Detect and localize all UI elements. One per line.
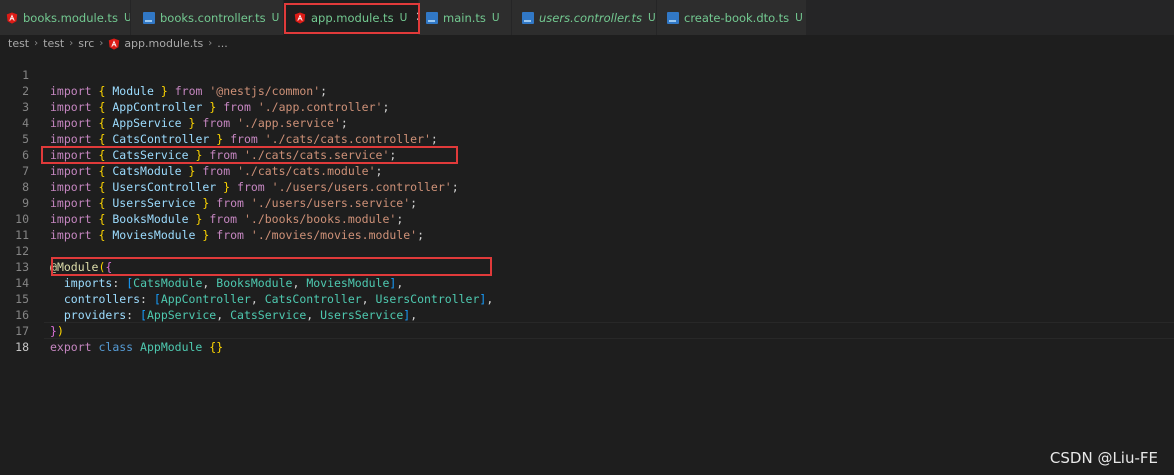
watermark: CSDN @Liu-FE (1049, 449, 1158, 467)
code-line: 9 import { BooksModule } from './books/b… (0, 179, 1174, 226)
angular-icon (108, 38, 120, 50)
typescript-icon (143, 11, 155, 24)
chevron-right-icon: › (208, 38, 213, 49)
code-line: 6 import { CatsModule } from './cats/cat… (0, 131, 1174, 178)
untracked-badge: U (647, 11, 656, 24)
breadcrumb-symbol[interactable]: ... (217, 37, 228, 50)
tab-books-module[interactable]: books.module.ts U (0, 0, 131, 35)
typescript-icon (667, 11, 679, 24)
code-line: 17 export class AppModule {} (0, 307, 1174, 354)
tab-label: app.module.ts (311, 10, 394, 25)
code-line: 8 import { UsersService } from './users/… (0, 163, 1174, 210)
untracked-badge: U (491, 11, 500, 24)
token: AppModule (140, 340, 203, 354)
code-line: 7 import { UsersController } from './use… (0, 147, 1174, 194)
tab-label: books.controller.ts (160, 10, 266, 25)
angular-icon (6, 12, 18, 24)
chevron-right-icon: › (34, 38, 39, 49)
tab-users-controller[interactable]: users.controller.ts U (512, 0, 657, 35)
tab-label: create-book.dto.ts (684, 10, 790, 25)
line-number: 18 (15, 340, 29, 354)
code-line: 2 import { AppController } from './app.c… (0, 67, 1174, 114)
code-line: 10 import { MoviesModule } from './movie… (0, 195, 1174, 242)
tab-create-book-dto[interactable]: create-book.dto.ts U (657, 0, 807, 35)
breadcrumb-item[interactable]: test (8, 37, 29, 50)
untracked-badge: U (123, 11, 131, 24)
code-editor[interactable]: 1 import { Module } from '@nestjs/common… (0, 51, 1174, 475)
code-line: 13 imports: [CatsModule, BooksModule, Mo… (0, 243, 1174, 290)
breadcrumb-item[interactable]: src (78, 37, 94, 50)
untracked-badge: U (795, 11, 803, 24)
token: {} (209, 340, 224, 354)
angular-icon (294, 12, 306, 24)
tab-main[interactable]: main.ts U (419, 0, 512, 35)
untracked-badge: U (271, 11, 280, 24)
code-line: 3 import { AppService } from './app.serv… (0, 83, 1174, 130)
breadcrumb-item: app.module.ts (124, 37, 204, 50)
chevron-right-icon: › (99, 38, 104, 49)
chevron-right-icon: › (69, 38, 74, 49)
code-line: 12 @Module({ (0, 227, 1174, 274)
tab-books-controller[interactable]: books.controller.ts U (131, 0, 284, 35)
breadcrumb: test › test › src › app.module.ts › ... (0, 35, 1174, 52)
token: export (50, 340, 92, 354)
typescript-icon (426, 11, 438, 24)
breadcrumb-item[interactable]: test (43, 37, 64, 50)
token: class (98, 340, 134, 354)
tab-app-module[interactable]: app.module.ts U ✕ (284, 0, 419, 35)
code-line: 5 import { CatsService } from './cats/ca… (0, 115, 1174, 162)
code-line: 14 controllers: [AppController, CatsCont… (0, 259, 1174, 306)
tab-label: users.controller.ts (539, 10, 642, 25)
code-line: 18 (0, 323, 1174, 354)
tab-label: books.module.ts (23, 10, 118, 25)
untracked-badge: U (399, 11, 408, 24)
code-line: 1 import { Module } from '@nestjs/common… (0, 51, 1174, 98)
code-line: 4 import { CatsController } from './cats… (0, 99, 1174, 146)
breadcrumb-file[interactable]: app.module.ts (108, 37, 203, 50)
tab-label: main.ts (443, 10, 486, 25)
code-line: 16 }) (0, 291, 1174, 338)
code-line: 11 (0, 211, 1174, 242)
code-line: 15 providers: [AppService, CatsService, … (0, 275, 1174, 322)
typescript-icon (522, 11, 534, 24)
editor-tab-bar: books.module.ts U books.controller.ts U … (0, 0, 1174, 35)
